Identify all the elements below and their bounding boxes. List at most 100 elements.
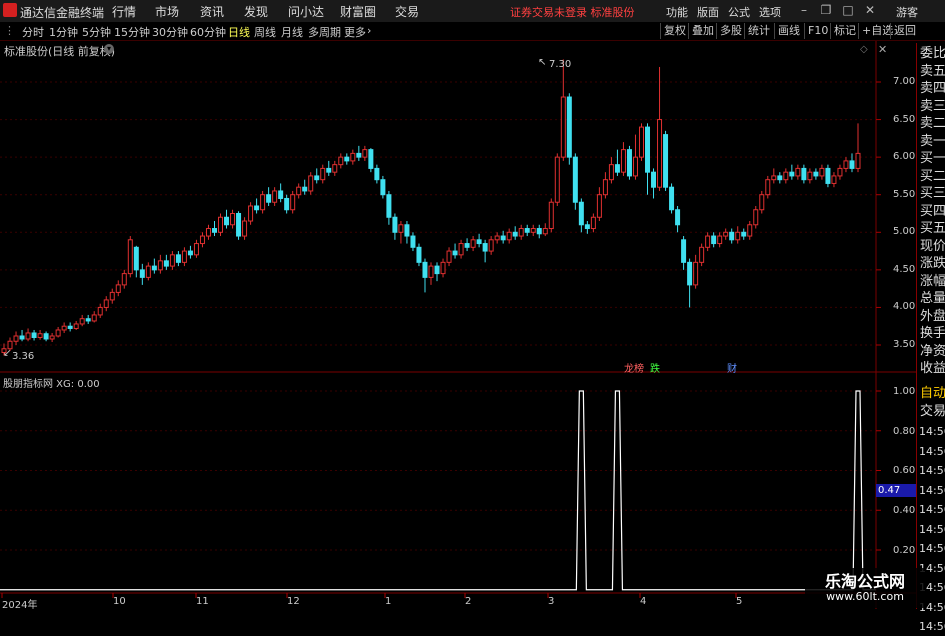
btn-huaxian[interactable]: 画线: [774, 23, 803, 39]
btn-biaoji[interactable]: 标记: [830, 23, 859, 39]
menu-zixun[interactable]: 资讯: [200, 3, 224, 20]
candle: [530, 228, 536, 233]
side-tab-trade[interactable]: 交易: [920, 403, 945, 421]
tab-daily[interactable]: 日线: [228, 24, 250, 40]
tab-multi-period[interactable]: 多周期: [308, 24, 341, 40]
tab-1min[interactable]: 1分钟: [49, 24, 78, 40]
maximize-icon[interactable]: □: [840, 2, 856, 18]
side-label: 总量: [920, 291, 945, 306]
side-label: 买四: [920, 203, 945, 219]
candle: [446, 250, 452, 263]
tab-5min[interactable]: 5分钟: [82, 24, 111, 40]
menu-caifuquan[interactable]: 财富圈: [340, 3, 376, 20]
btn-duogu[interactable]: 多股: [716, 23, 745, 39]
tab-monthly[interactable]: 月线: [281, 24, 303, 40]
candle: [789, 171, 795, 177]
candle: [31, 332, 37, 338]
more-chevron-icon[interactable]: ›: [367, 24, 371, 37]
candle: [211, 228, 217, 233]
menu-shichang[interactable]: 市场: [155, 3, 179, 20]
title-bar: 通达信金融终端 行情 市场 资讯 发现 问小达 财富圈 交易 证券交易未登录 标…: [0, 0, 945, 23]
period-toolbar: ⋮ 分时 1分钟 5分钟 15分钟 30分钟 60分钟 日线 周线 月线 多周期…: [0, 22, 945, 41]
menu-xuanxiang[interactable]: 选项: [759, 4, 781, 20]
candle: [302, 186, 308, 192]
menu-banmian[interactable]: 版面: [697, 4, 719, 20]
candle: [596, 194, 602, 218]
user-guest[interactable]: 游客: [896, 4, 918, 20]
tab-15min[interactable]: 15分钟: [114, 24, 150, 40]
candle: [795, 167, 801, 177]
candle: [139, 269, 145, 278]
candle: [308, 175, 314, 192]
main-chart-close-icon[interactable]: ✕: [878, 43, 887, 56]
candle: [79, 318, 85, 325]
side-label: 买三: [920, 186, 945, 201]
event-marker-down[interactable]: 跌: [650, 360, 660, 375]
menu-gongneng[interactable]: 功能: [666, 4, 688, 20]
candle: [181, 250, 187, 263]
candle: [103, 299, 109, 308]
candle: [314, 175, 320, 181]
menu-gongshi[interactable]: 公式: [728, 4, 750, 20]
tab-fenshi[interactable]: 分时: [22, 24, 44, 40]
high-arrow-icon: ↖: [538, 57, 547, 68]
restore-icon[interactable]: ❐: [818, 2, 834, 18]
side-time: 14:56: [919, 444, 945, 458]
close-icon[interactable]: ✕: [862, 2, 878, 18]
minimize-icon[interactable]: –: [796, 2, 812, 18]
watermark-title: 乐淘公式网: [824, 572, 905, 591]
candle: [67, 325, 73, 329]
candle: [584, 224, 590, 230]
event-marker-dragon[interactable]: 龙榜: [624, 360, 644, 375]
x-tick: 5: [736, 596, 743, 607]
candle: [434, 265, 440, 275]
candle: [657, 119, 663, 188]
menu-wenxiaoda[interactable]: 问小达: [288, 3, 324, 20]
candle: [783, 171, 789, 181]
btn-back[interactable]: 返回: [890, 23, 919, 39]
candle: [230, 213, 236, 226]
side-time: 14:56: [919, 620, 945, 633]
btn-diejia[interactable]: 叠加: [688, 23, 717, 39]
side-tab-auto[interactable]: 自动: [920, 385, 945, 403]
menu-jiaoyi[interactable]: 交易: [395, 3, 419, 20]
event-marker-finance[interactable]: 财: [727, 360, 737, 375]
candle: [193, 243, 199, 256]
candle: [284, 197, 290, 211]
btn-tongji[interactable]: 统计: [744, 23, 773, 39]
tab-weekly[interactable]: 周线: [254, 24, 276, 40]
side-label: 净资: [920, 343, 945, 359]
kline-chart[interactable]: [0, 41, 916, 609]
candle: [669, 186, 675, 211]
diamond-icon[interactable]: ◇: [860, 44, 868, 55]
side-label: 买二: [920, 168, 945, 184]
login-notice[interactable]: 证券交易未登录 标准股份: [510, 4, 635, 20]
x-tick: 11: [196, 596, 209, 607]
candle: [109, 291, 115, 301]
settings-dropdown-icon[interactable]: ▾: [104, 44, 114, 54]
indicator-header: 股朋指标网 XG: 0.00: [3, 379, 100, 390]
candle: [91, 314, 97, 322]
ind-y-tick: 0.80: [893, 426, 916, 437]
menu-faxian[interactable]: 发现: [244, 3, 268, 20]
candle: [488, 239, 494, 252]
candle: [254, 205, 260, 211]
tab-60min[interactable]: 60分钟: [190, 24, 226, 40]
candle: [747, 224, 753, 237]
candle: [482, 243, 488, 252]
candle: [500, 235, 506, 241]
tab-more[interactable]: 更多: [344, 24, 366, 40]
candle: [356, 152, 362, 158]
btn-fuquan[interactable]: 复权: [660, 23, 689, 39]
tab-30min[interactable]: 30分钟: [152, 24, 188, 40]
candle: [590, 216, 596, 230]
candle: [554, 156, 560, 203]
app-title: 通达信金融终端: [20, 6, 105, 20]
ind-y-tick: 1.00: [893, 386, 916, 397]
candle: [632, 156, 638, 177]
btn-f10[interactable]: F10: [804, 23, 831, 39]
menu-hangqing[interactable]: 行情: [112, 3, 136, 20]
candle: [572, 156, 578, 203]
x-tick: 4: [640, 596, 647, 607]
candle: [536, 228, 542, 235]
